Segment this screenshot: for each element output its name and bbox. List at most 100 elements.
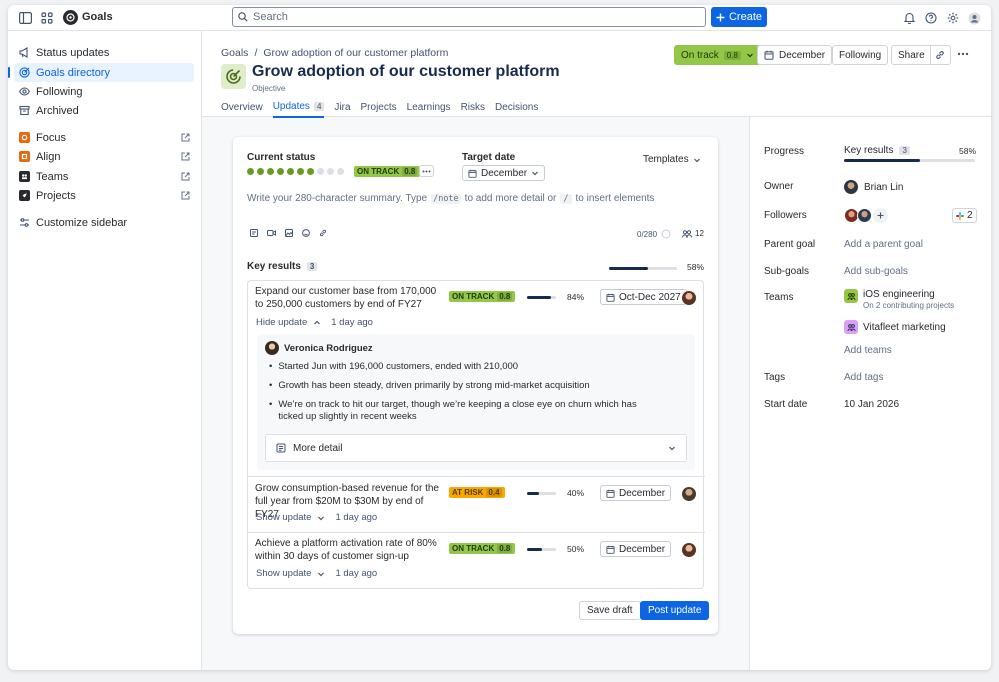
tab-updates[interactable]: Updates 4: [272, 101, 325, 118]
score-dot[interactable]: [287, 168, 294, 175]
target-date-picker[interactable]: December: [462, 165, 546, 181]
sidebar-item-following[interactable]: Following: [14, 82, 194, 101]
score-dots[interactable]: [247, 168, 344, 175]
sidebar-item-teams[interactable]: Teams: [14, 167, 194, 186]
sidebar-item-label: Status updates: [36, 46, 110, 59]
profile-avatar-icon[interactable]: [966, 10, 982, 26]
key-result-status-lozenge[interactable]: ON TRACK 0.8: [449, 543, 516, 554]
external-link-icon: [181, 152, 190, 161]
key-result-date[interactable]: Oct-Dec 2027: [600, 289, 687, 305]
score-dot[interactable]: [317, 168, 324, 175]
key-results-summary[interactable]: Key results 3: [844, 145, 910, 156]
templates-dropdown[interactable]: Templates: [643, 154, 701, 165]
target-date-button[interactable]: December: [757, 45, 833, 65]
key-result-title[interactable]: Expand our customer base from 170,000 to…: [255, 285, 441, 311]
link-icon[interactable]: [319, 229, 327, 237]
tab-learnings[interactable]: Learnings: [407, 101, 451, 118]
avatar[interactable]: [682, 543, 696, 557]
slack-followers-badge[interactable]: 2: [952, 208, 977, 223]
tab-overview[interactable]: Overview: [221, 101, 263, 118]
breadcrumb-root[interactable]: Goals: [221, 47, 248, 59]
templates-label: Templates: [643, 154, 689, 165]
score-dot[interactable]: [297, 168, 304, 175]
sidebar-item-focus[interactable]: Focus: [14, 128, 194, 147]
sidebar-item-goals-directory[interactable]: Goals directory: [8, 63, 194, 82]
tab-decisions[interactable]: Decisions: [495, 101, 538, 118]
note-icon[interactable]: [250, 229, 258, 237]
breadcrumb-current[interactable]: Grow adoption of our customer platform: [263, 47, 448, 59]
progress-ring-icon: [661, 229, 671, 239]
hide-update-toggle[interactable]: Hide update 1 day ago: [256, 317, 373, 328]
target-date-value: December: [481, 167, 528, 179]
avatar[interactable]: [682, 487, 696, 501]
score-dot[interactable]: [267, 168, 274, 175]
save-draft-button[interactable]: Save draft: [579, 601, 641, 620]
add-teams-link[interactable]: Add teams: [844, 345, 892, 356]
copy-link-icon[interactable]: [929, 46, 950, 64]
following-label: Following: [839, 49, 882, 61]
score-dot[interactable]: [257, 168, 264, 175]
update-time: 1 day ago: [331, 317, 373, 328]
sidebar-item-status-updates[interactable]: Status updates: [14, 43, 194, 62]
chevron-down-icon: [693, 156, 701, 164]
video-icon[interactable]: [267, 229, 276, 237]
key-result-status-lozenge[interactable]: ON TRACK 0.8: [449, 291, 516, 302]
key-result-status-lozenge[interactable]: AT RISK 0.4: [449, 487, 505, 498]
status-lozenge[interactable]: ON TRACK 0.8: [354, 166, 421, 177]
score-dot[interactable]: [307, 168, 314, 175]
sidebar-item-projects[interactable]: Projects: [14, 186, 194, 205]
tab-label: Projects: [360, 102, 397, 113]
search-input[interactable]: Search: [232, 7, 706, 27]
summary-input[interactable]: Write your 280-character summary. Type /…: [247, 193, 654, 204]
start-date-value[interactable]: 10 Jan 2026: [844, 399, 899, 410]
add-sub-goals-link[interactable]: Add sub-goals: [844, 266, 908, 277]
score-dot[interactable]: [337, 168, 344, 175]
sidebar-item-label: Following: [36, 85, 83, 98]
watchers-count: 12: [695, 229, 704, 238]
sidebar-toggle-icon[interactable]: [17, 10, 33, 26]
key-results-percent: 58%: [687, 262, 705, 272]
score-dot[interactable]: [247, 168, 254, 175]
show-update-toggle[interactable]: Show update 1 day ago: [256, 568, 377, 579]
sidebar-item-align[interactable]: Align: [14, 147, 194, 166]
key-result-row: Grow consumption-based revenue for the f…: [248, 477, 705, 533]
sidebar-item-archived[interactable]: Archived: [14, 101, 194, 120]
help-icon[interactable]: [923, 10, 939, 26]
key-result-date[interactable]: December: [600, 485, 672, 501]
add-parent-goal-link[interactable]: Add a parent goal: [844, 239, 923, 250]
followers-avatars[interactable]: [844, 208, 888, 223]
settings-gear-icon[interactable]: [945, 10, 961, 26]
avatar[interactable]: [682, 291, 696, 305]
add-follower-icon[interactable]: [873, 208, 888, 223]
watchers[interactable]: 12: [682, 229, 704, 238]
score-dot[interactable]: [327, 168, 334, 175]
summary-command-code: /: [560, 193, 572, 204]
more-status-options-icon[interactable]: [419, 165, 434, 177]
notifications-icon[interactable]: [901, 10, 917, 26]
team-subtitle: On 2 contributing projects: [863, 301, 955, 310]
team-ios-engineering[interactable]: iOS engineering On 2 contributing projec…: [844, 289, 954, 310]
goals-logo-icon[interactable]: [63, 10, 78, 25]
emoji-icon[interactable]: [302, 229, 310, 237]
key-result-title[interactable]: Achieve a platform activation rate of 80…: [255, 537, 441, 563]
tab-risks[interactable]: Risks: [461, 101, 485, 118]
image-icon[interactable]: [285, 229, 293, 237]
app-switcher-icon[interactable]: [39, 10, 55, 26]
sidebar-item-customize[interactable]: Customize sidebar: [14, 213, 194, 232]
tab-projects[interactable]: Projects: [361, 101, 397, 118]
post-update-button[interactable]: Post update: [640, 601, 710, 620]
team-vitafleet-marketing[interactable]: Vitafleet marketing: [844, 320, 946, 334]
key-result-date[interactable]: December: [600, 541, 672, 557]
owner[interactable]: Brian Lin: [844, 180, 903, 194]
share-button[interactable]: Share: [891, 45, 951, 65]
tab-jira[interactable]: Jira: [334, 101, 350, 118]
score-dot[interactable]: [277, 168, 284, 175]
following-button[interactable]: Following: [832, 45, 889, 65]
show-update-toggle[interactable]: Show update 1 day ago: [256, 512, 377, 523]
create-button[interactable]: Create: [711, 7, 767, 27]
app-name[interactable]: Goals: [82, 11, 113, 23]
add-tags-link[interactable]: Add tags: [844, 372, 883, 383]
more-options-icon[interactable]: [957, 52, 969, 56]
goal-status-dropdown[interactable]: On track 0.8: [674, 45, 761, 65]
more-detail-expander[interactable]: More detail: [265, 434, 687, 462]
